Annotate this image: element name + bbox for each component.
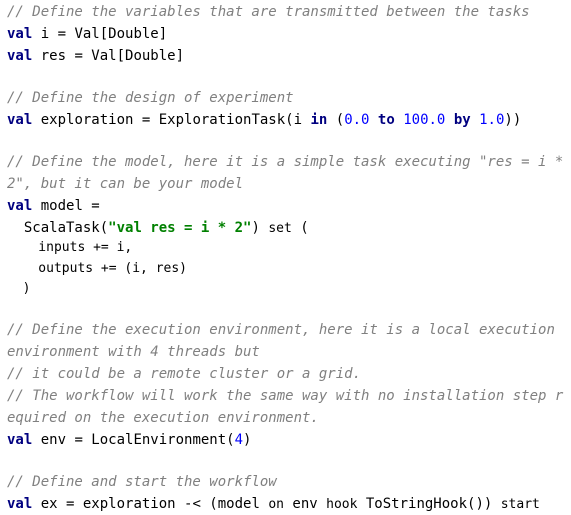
code-text: model = [32,198,100,214]
code-line-exploration: val exploration = ExplorationTask(i in (… [7,109,521,131]
number-literal: 4 [234,432,244,448]
keyword-val: val [7,496,33,512]
comment-line: // The workflow will work the same way w… [7,388,564,404]
comment-line: environment with 4 threads but [7,344,260,360]
code-text: exploration = ExplorationTask(i [32,112,311,128]
keyword-set: set [268,221,292,236]
comment-line: // Define the design of experiment [7,90,294,106]
code-line-ex: val ex = exploration -< (model on env ho… [7,493,540,515]
number-literal: 100.0 [403,112,446,128]
code-line-inputs: inputs += i, [7,240,133,255]
comment-line: // Define the execution environment, her… [7,322,555,338]
keyword-val: val [7,198,33,214]
code-text: env [283,496,327,512]
comment-line: // it could be a remote cluster or a gri… [7,366,362,382]
keyword-val: val [7,48,33,64]
keyword-start: start [500,497,540,512]
code-line-scalatask: ScalaTask("val res = i * 2") set ( [7,217,309,239]
code-line-outputs: outputs += (i, res) [7,261,188,276]
code-text: ex = exploration -< (model [32,496,269,512]
number-literal: 0.0 [344,112,370,128]
code-line-i-declaration: val i = Val[Double] [7,23,167,45]
code-text: ( [335,112,345,128]
code-text: )) [504,112,522,128]
code-text: ) [251,220,269,236]
code-editor[interactable]: // Define the variables that are transmi… [0,0,571,515]
comment-line: // Define the model, here it is a simple… [7,154,564,170]
comment-line: // Define and start the workflow [7,474,277,490]
keyword-on: on [268,497,284,512]
code-text: env = LocalEnvironment( [32,432,235,448]
keyword-hook: hook [326,497,358,512]
code-line-res-declaration: val res = Val[Double] [7,45,184,67]
comment-line: equired on the execution environment. [7,410,319,426]
code-line-model: val model = [7,195,100,217]
code-text: ( [291,220,309,236]
keyword-in: in [310,112,328,128]
keyword-val: val [7,26,33,42]
comment-line: // Define the variables that are transmi… [7,4,530,20]
keyword-to: to [377,112,395,128]
keyword-by: by [453,112,471,128]
code-line-env: val env = LocalEnvironment(4) [7,429,251,451]
code-text: ) [243,432,252,448]
keyword-val: val [7,432,33,448]
comment-line: 2", but it can be your model [7,176,244,192]
code-text: i = Val[Double] [32,26,168,42]
number-literal: 1.0 [479,112,505,128]
keyword-val: val [7,112,33,128]
code-text: ToStringHook()) [357,496,501,512]
code-text: res = Val[Double] [32,48,185,64]
code-line-close-paren: ) [7,281,31,296]
code-text: ScalaTask( [7,220,109,236]
string-literal: "val res = i * 2" [108,220,252,236]
